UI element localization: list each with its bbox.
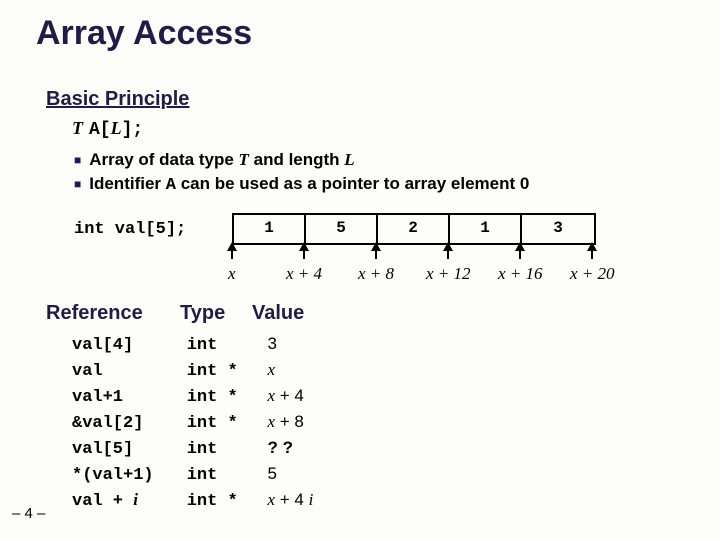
b2-A: A — [166, 176, 176, 195]
type-cell: int — [187, 440, 263, 459]
up-arrow-icon — [371, 242, 381, 251]
bullet-2: ■ Identifier A can be used as a pointer t… — [74, 174, 529, 195]
xlabel: x + 16 — [498, 264, 543, 284]
up-arrow-icon — [587, 242, 597, 251]
column-reference: Reference — [46, 302, 143, 325]
up-arrow-icon — [299, 242, 309, 251]
table-row: val + i int * x + 4 i — [72, 490, 313, 516]
table-row: &val[2] int * x + 8 — [72, 412, 313, 438]
up-arrow-icon — [227, 242, 237, 251]
decl-close: ]; — [122, 120, 144, 140]
ref-cell: val + — [72, 492, 133, 511]
array-box-row: 1 5 2 1 3 — [232, 213, 596, 245]
type-T: T — [72, 118, 83, 138]
array-cell: 2 — [378, 215, 450, 243]
ref-cell: val[4] — [72, 336, 182, 355]
value-suffix: + 4 — [275, 490, 309, 509]
value-cell: 3 — [267, 334, 276, 353]
type-cell: int * — [187, 492, 263, 511]
type-cell: int — [187, 336, 263, 355]
xlabel: x + 4 — [286, 264, 322, 284]
array-cell: 1 — [450, 215, 522, 243]
value-i: i — [309, 490, 314, 509]
b1-T: T — [239, 150, 249, 169]
value-suffix: + 4 — [275, 386, 304, 405]
array-cell: 5 — [306, 215, 378, 243]
up-arrow-icon — [443, 242, 453, 251]
column-type: Type — [180, 302, 225, 325]
type-cell: int * — [187, 414, 263, 433]
value-cell: x — [267, 360, 275, 380]
column-value: Value — [252, 302, 304, 325]
type-cell: int * — [187, 362, 263, 381]
value-x: x — [267, 386, 275, 405]
value-cell: ? ? — [267, 438, 293, 457]
table-row: val+1 int * x + 4 — [72, 386, 313, 412]
value-suffix: + 8 — [275, 412, 304, 431]
slide-title: Array Access — [36, 14, 252, 53]
xlabel: x + 20 — [570, 264, 615, 284]
ref-cell: *(val+1) — [72, 466, 182, 485]
ref-cell: val+1 — [72, 388, 182, 407]
xlabel: x — [228, 264, 236, 284]
bullet-icon: ■ — [74, 177, 81, 191]
bullet-1: ■ Array of data type T and length L — [74, 150, 529, 170]
decl-L: L — [111, 118, 122, 138]
decl-A: A[ — [89, 120, 111, 140]
b2-pre: Identifier — [89, 174, 166, 193]
table-row: val[4] int 3 — [72, 334, 313, 360]
ref-i: i — [133, 490, 138, 509]
table-row: val[5] int ? ? — [72, 438, 313, 464]
up-arrow-icon — [515, 242, 525, 251]
bullet-icon: ■ — [74, 153, 81, 167]
value-x: x — [267, 490, 275, 509]
b1-pre: Array of data type — [89, 150, 238, 169]
ref-cell: &val[2] — [72, 414, 182, 433]
bullet-list: ■ Array of data type T and length L ■ Iden… — [74, 150, 529, 199]
array-cell: 1 — [234, 215, 306, 243]
ref-cell: val — [72, 362, 182, 381]
type-cell: int * — [187, 388, 263, 407]
b1-L: L — [344, 150, 354, 169]
xlabel: x + 12 — [426, 264, 471, 284]
reference-table: val[4] int 3 val int * x val+1 int * x +… — [72, 334, 313, 516]
page-number: – 4 – — [12, 505, 45, 522]
type-cell: int — [187, 466, 263, 485]
code-int-val: int val[5]; — [74, 220, 186, 239]
table-row: val int * x — [72, 360, 313, 386]
xlabel: x + 8 — [358, 264, 394, 284]
array-declaration: T A[L]; — [72, 118, 143, 140]
ref-cell: val[5] — [72, 440, 182, 459]
b2-post: can be used as a pointer to array elemen… — [176, 174, 529, 193]
value-x: x — [267, 412, 275, 431]
b1-mid: and length — [249, 150, 344, 169]
section-basic-principle: Basic Principle — [46, 88, 189, 111]
value-cell: 5 — [267, 464, 276, 483]
table-row: *(val+1) int 5 — [72, 464, 313, 490]
array-cell: 3 — [522, 215, 594, 243]
